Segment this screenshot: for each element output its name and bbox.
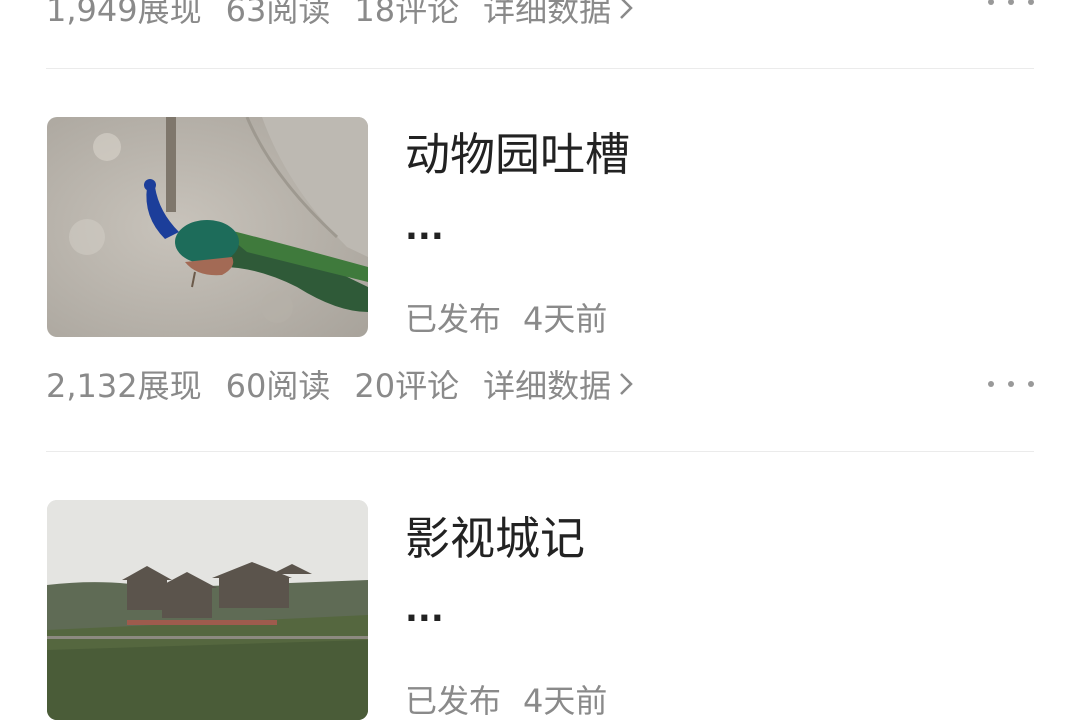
peacock-image — [47, 117, 368, 337]
more-dot — [988, 381, 994, 387]
article-title[interactable]: 动物园吐槽 — [405, 118, 630, 183]
more-dot — [1028, 381, 1034, 387]
reads-count: 63阅读 — [225, 0, 331, 29]
publish-time: 4天前 — [523, 682, 608, 720]
article-status-line: 已发布 4天前 — [405, 294, 607, 340]
detail-data-label: 详细数据 — [483, 367, 612, 405]
article-thumbnail-peacock[interactable] — [47, 117, 368, 337]
impressions-count: 1,949展现 — [46, 0, 202, 29]
article-thumbnail-film-city[interactable] — [47, 500, 368, 720]
article-stats: 1,949展现 63阅读 18评论 详细数据 — [46, 0, 633, 30]
article-excerpt: ... — [405, 208, 444, 248]
comments-count: 18评论 — [354, 0, 460, 29]
film-city-image — [47, 500, 368, 720]
more-dot — [1028, 0, 1034, 5]
detail-data-label: 详细数据 — [483, 0, 612, 29]
publish-time: 4天前 — [523, 300, 608, 338]
impressions-count: 2,132展现 — [46, 367, 202, 405]
more-dot — [1008, 381, 1014, 387]
article-status-line: 已发布 4天前 — [405, 676, 607, 722]
detail-data-link[interactable]: 详细数据 — [483, 0, 633, 31]
divider — [46, 68, 1034, 69]
more-dot — [988, 0, 994, 5]
article-excerpt: ... — [405, 590, 444, 630]
publish-status: 已发布 — [405, 300, 502, 338]
divider — [46, 451, 1034, 452]
reads-count: 60阅读 — [225, 367, 331, 405]
article-title[interactable]: 影视城记 — [405, 502, 585, 567]
chevron-right-icon — [620, 373, 633, 395]
more-options-button[interactable] — [988, 0, 1034, 12]
chevron-right-icon — [620, 0, 633, 19]
publish-status: 已发布 — [405, 682, 502, 720]
comments-count: 20评论 — [354, 367, 460, 405]
more-dot — [1008, 0, 1014, 5]
detail-data-link[interactable]: 详细数据 — [483, 361, 633, 407]
more-options-button[interactable] — [988, 374, 1034, 394]
article-stats: 2,132展现 60阅读 20评论 详细数据 — [46, 362, 633, 406]
